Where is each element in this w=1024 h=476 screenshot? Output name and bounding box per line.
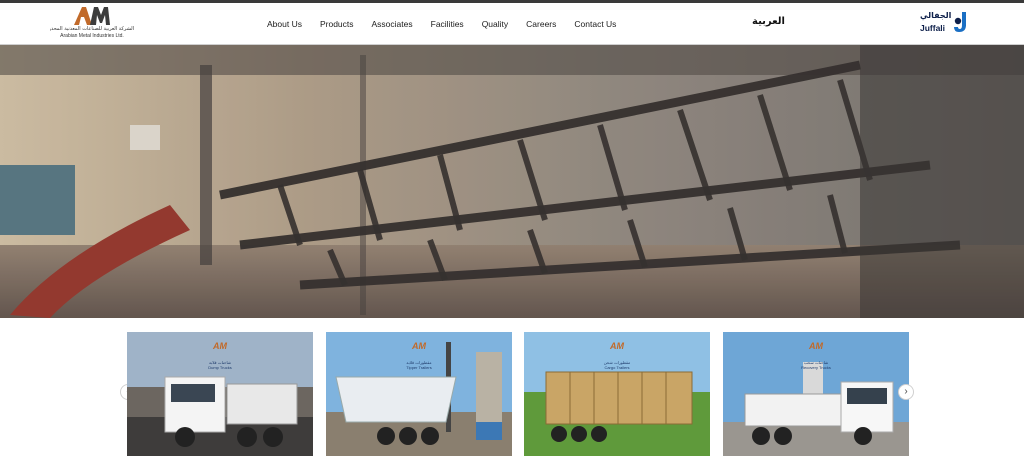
logo-english-name: Arabian Metal Industries Ltd. [60, 33, 124, 39]
card-brand-mark: AM [809, 341, 823, 351]
nav-products[interactable]: Products [311, 19, 363, 29]
carousel-card-dump-truck[interactable]: AM شاحنات قلابة Dump Trucks [127, 332, 313, 456]
site-header: الشركة العربية للصناعات المعدنية المحدود… [0, 3, 1024, 45]
nav-quality[interactable]: Quality [473, 19, 517, 29]
carousel-card-recovery-truck[interactable]: AM شاحنات سحب Recovery Trucks [723, 332, 909, 456]
product-carousel: ‹ AM شاحنات قلابة Dump Trucks [0, 318, 1024, 476]
nav-associates[interactable]: Associates [363, 19, 422, 29]
card-brand-mark: AM [412, 341, 426, 351]
nav-careers[interactable]: Careers [517, 19, 565, 29]
juffali-mark-icon [954, 12, 966, 32]
card-title: Cargo Trailers [604, 365, 630, 370]
main-nav: About Us Products Associates Facilities … [258, 3, 625, 45]
carousel-card-cargo-trailer[interactable]: AM مقطورات شحن Cargo Trailers [524, 332, 710, 456]
nav-facilities[interactable]: Facilities [422, 19, 473, 29]
card-title: Recovery Trucks [801, 365, 831, 370]
juffali-arabic: الجفالي [920, 11, 952, 20]
carousel-card-tipper-trailer[interactable]: AM مقطورات قلابة Tipper Trailers [326, 332, 512, 456]
hero-factory-image [0, 45, 1024, 318]
juffali-english: Juffali [920, 23, 946, 33]
juffali-logo[interactable]: الجفالي Juffali [918, 9, 972, 37]
card-title: Tipper Trailers [406, 365, 432, 370]
card-title: Dump Trucks [208, 365, 232, 370]
card-brand-mark: AM [213, 341, 227, 351]
logo-arabic-name: الشركة العربية للصناعات المعدنية المحدود… [50, 26, 134, 32]
nav-about-us[interactable]: About Us [258, 19, 311, 29]
carousel-next-button[interactable]: › [898, 384, 914, 400]
nav-contact-us[interactable]: Contact Us [565, 19, 625, 29]
aml-logo[interactable]: الشركة العربية للصناعات المعدنية المحدود… [50, 5, 134, 41]
chevron-right-icon: › [904, 386, 908, 397]
hero-banner [0, 45, 1024, 318]
aml-logo-mark-icon [74, 7, 110, 25]
language-switch[interactable]: العربية [752, 16, 785, 27]
card-brand-mark: AM [610, 341, 624, 351]
